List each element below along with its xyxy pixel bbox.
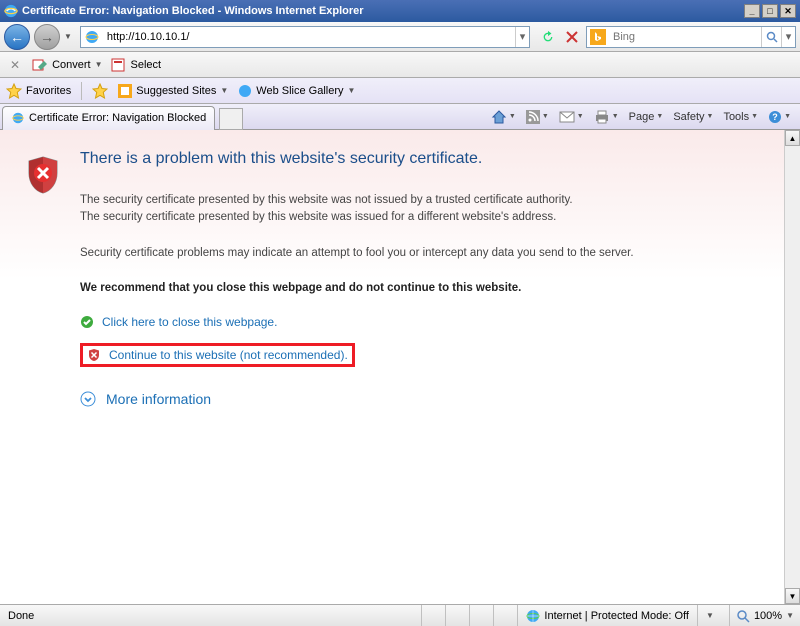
stop-button[interactable] [562, 27, 582, 47]
rss-icon [526, 110, 540, 124]
back-button[interactable]: ← [4, 24, 30, 50]
mail-icon [559, 110, 575, 124]
safety-menu[interactable]: Safety▼ [670, 109, 716, 125]
convert-label: Convert [52, 59, 91, 71]
close-toolbar-button[interactable]: ✕ [6, 58, 24, 72]
chevron-down-icon: ▼ [95, 60, 103, 69]
check-icon [80, 315, 94, 329]
home-icon [491, 109, 507, 125]
expand-icon [80, 391, 96, 407]
tab-active[interactable]: Certificate Error: Navigation Blocked [2, 106, 215, 130]
minimize-button[interactable]: _ [744, 4, 760, 18]
address-input[interactable] [103, 31, 515, 43]
more-information-toggle[interactable]: More information [80, 391, 764, 407]
select-label: Select [131, 59, 162, 71]
zoom-control[interactable]: 100% ▼ [730, 609, 800, 623]
ie-page-icon [11, 111, 25, 125]
select-button[interactable]: Select [111, 57, 162, 73]
suggested-icon [118, 84, 132, 98]
web-slice-button[interactable]: Web Slice Gallery ▼ [238, 84, 355, 98]
print-button[interactable]: ▼ [591, 108, 622, 126]
suggested-sites-label: Suggested Sites [136, 85, 216, 97]
help-icon: ? [768, 110, 782, 124]
page-icon [84, 29, 100, 45]
address-bar[interactable]: ▾ [80, 26, 530, 48]
close-webpage-link[interactable]: Click here to close this webpage. [80, 315, 764, 329]
window-title: Certificate Error: Navigation Blocked - … [22, 5, 744, 17]
search-button[interactable] [761, 27, 781, 47]
tab-label: Certificate Error: Navigation Blocked [29, 112, 206, 124]
mail-button[interactable]: ▼ [556, 108, 587, 126]
cert-text-1: The security certificate presented by th… [80, 192, 764, 227]
navigation-bar: ← → ▼ ▾ ▾ [0, 22, 800, 52]
home-button[interactable]: ▼ [488, 107, 519, 127]
favorites-button[interactable]: Favorites [6, 83, 71, 99]
print-icon [594, 110, 610, 124]
search-box[interactable]: ▾ [586, 26, 796, 48]
search-dropdown-icon[interactable]: ▾ [781, 27, 795, 47]
security-zone[interactable]: Internet | Protected Mode: Off [518, 605, 698, 626]
cert-text-2: Security certificate problems may indica… [80, 245, 764, 262]
add-favorite-button[interactable] [92, 83, 108, 99]
title-bar: Certificate Error: Navigation Blocked - … [0, 0, 800, 22]
status-cell-5[interactable]: ▼ [698, 605, 730, 626]
convert-icon [32, 57, 48, 73]
status-text: Done [0, 605, 422, 626]
cert-error-title: There is a problem with this website's s… [80, 150, 764, 168]
forward-button[interactable]: → [34, 24, 60, 50]
page-menu[interactable]: Page▼ [626, 109, 667, 125]
status-cell-4 [494, 605, 518, 626]
internet-zone-icon [526, 609, 540, 623]
window-controls: _ □ ✕ [744, 4, 796, 18]
refresh-button[interactable] [538, 27, 558, 47]
suggested-sites-button[interactable]: Suggested Sites ▼ [118, 84, 228, 98]
tools-menu[interactable]: Tools▼ [720, 109, 761, 125]
scroll-down-button[interactable]: ▼ [785, 588, 800, 604]
webslice-icon [238, 84, 252, 98]
web-slice-label: Web Slice Gallery [256, 85, 343, 97]
search-input[interactable] [609, 31, 761, 43]
help-button[interactable]: ?▼ [765, 108, 794, 126]
continue-link-highlight: Continue to this website (not recommende… [80, 343, 355, 367]
nav-dropdown-icon[interactable]: ▼ [64, 32, 72, 41]
chevron-down-icon: ▼ [220, 86, 228, 95]
scroll-up-button[interactable]: ▲ [785, 130, 800, 146]
status-bar: Done Internet | Protected Mode: Off ▼ 10… [0, 604, 800, 626]
favorites-label: Favorites [26, 85, 71, 97]
close-button[interactable]: ✕ [780, 4, 796, 18]
vertical-scrollbar[interactable]: ▲ ▼ [784, 130, 800, 604]
command-bar: ▼ ▼ ▼ ▼ Page▼ Safety▼ Tools▼ ?▼ [488, 107, 800, 127]
zoom-level: 100% [754, 610, 782, 622]
convert-toolbar: ✕ Convert ▼ Select [0, 52, 800, 78]
address-dropdown-icon[interactable]: ▾ [515, 27, 529, 47]
scroll-track[interactable] [785, 146, 800, 588]
zoom-icon [736, 609, 750, 623]
chevron-down-icon: ▼ [786, 611, 794, 620]
separator [81, 82, 82, 100]
svg-text:?: ? [772, 112, 778, 122]
page-content: There is a problem with this website's s… [0, 130, 784, 604]
feeds-button[interactable]: ▼ [523, 108, 552, 126]
bing-icon [590, 29, 606, 45]
star-icon [6, 83, 22, 99]
status-cell-2 [446, 605, 470, 626]
convert-button[interactable]: Convert ▼ [32, 57, 102, 73]
new-tab-button[interactable] [219, 108, 243, 130]
chevron-down-icon: ▼ [348, 86, 356, 95]
star-add-icon [92, 83, 108, 99]
shield-x-icon [87, 348, 101, 362]
maximize-button[interactable]: □ [762, 4, 778, 18]
continue-website-link[interactable]: Continue to this website (not recommende… [87, 348, 348, 362]
tab-bar: Certificate Error: Navigation Blocked ▼ … [0, 104, 800, 130]
status-cell-1 [422, 605, 446, 626]
favorites-bar: Favorites Suggested Sites ▼ Web Slice Ga… [0, 78, 800, 104]
content-area: There is a problem with this website's s… [0, 130, 800, 604]
ie-icon [4, 4, 18, 18]
cert-recommend: We recommend that you close this webpage… [80, 280, 764, 297]
select-icon [111, 57, 127, 73]
shield-error-icon [25, 155, 61, 195]
status-cell-3 [470, 605, 494, 626]
